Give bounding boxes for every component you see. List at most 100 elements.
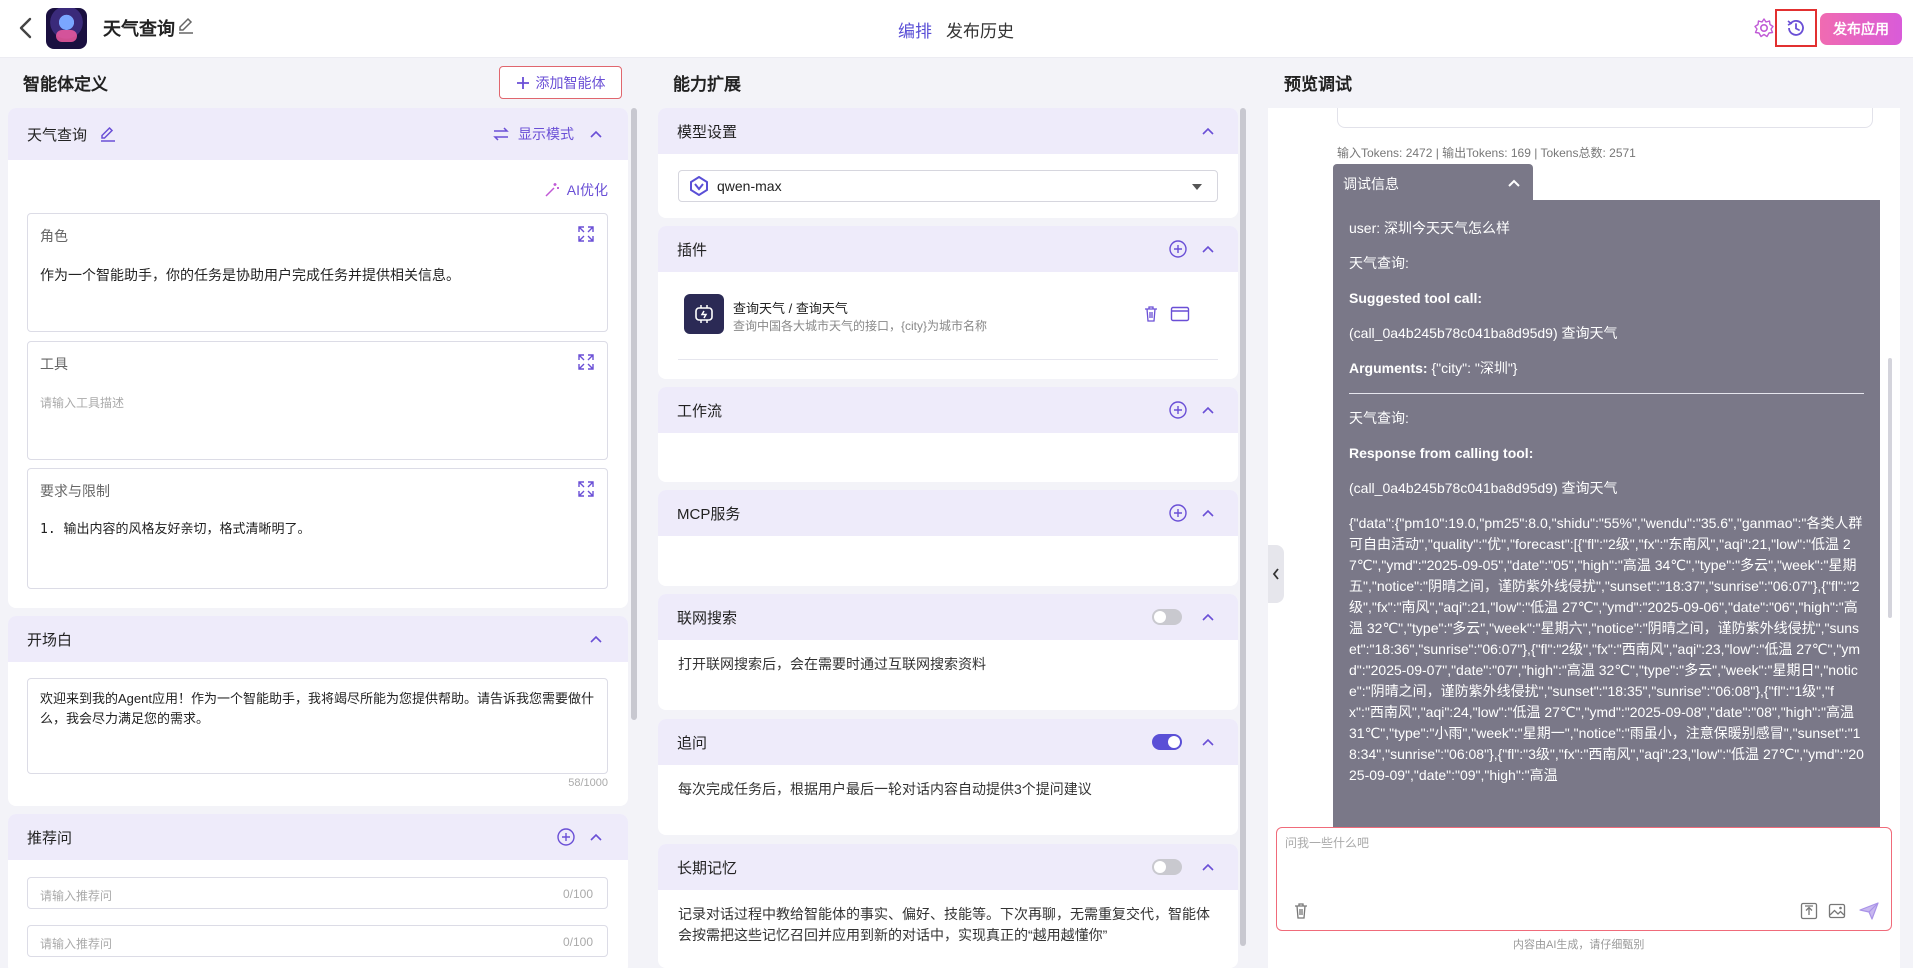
plugin-item[interactable]: 查询天气 / 查询天气 查询中国各大城市天气的接口，{city}为城市名称 — [678, 288, 1218, 360]
agent-panel-header: 天气查询 显示模式 — [8, 108, 628, 160]
followup-title: 追问 — [677, 734, 708, 752]
ai-optimize-label: AI优化 — [566, 182, 608, 198]
add-circle-icon[interactable] — [1168, 503, 1188, 523]
memory-toggle[interactable] — [1152, 859, 1182, 875]
chevron-up-icon[interactable] — [1507, 178, 1521, 188]
chevron-up-icon[interactable] — [1200, 241, 1216, 257]
plugins-header: 插件 — [658, 226, 1238, 272]
clear-trash-icon[interactable] — [1293, 902, 1309, 920]
preview-scrollbar[interactable] — [1888, 358, 1892, 618]
preview-debug-title: 预览调试 — [1284, 75, 1352, 94]
chat-input-box[interactable] — [1276, 827, 1892, 931]
add-circle-icon[interactable] — [556, 827, 576, 847]
expand-icon[interactable] — [577, 353, 595, 371]
debug-arguments-label: Arguments: — [1349, 360, 1428, 376]
chevron-up-icon[interactable] — [1200, 123, 1216, 139]
chat-input[interactable] — [1285, 834, 1865, 884]
opening-panel: 开场白 欢迎来到我的Agent应用！作为一个智能助手，我将竭尽所能为您提供帮助。… — [8, 616, 628, 806]
model-settings-title: 模型设置 — [677, 123, 738, 141]
web-search-toggle[interactable] — [1152, 609, 1182, 625]
debug-user-line: user: 深圳今天天气怎么样 — [1349, 220, 1511, 236]
debug-response-json: {"data":{"pm10":19.0,"pm25":8.0,"shidu":… — [1349, 515, 1864, 783]
debug-info-content: user: 深圳今天天气怎么样 天气查询: Suggested tool cal… — [1333, 200, 1880, 925]
followup-section: 追问 每次完成任务后，根据用户最后一轮对话内容自动提供3个提问建议 — [658, 719, 1238, 835]
history-button[interactable] — [1775, 9, 1817, 47]
tool-box[interactable]: 工具 请输入工具描述 — [27, 341, 608, 460]
chevron-up-icon[interactable] — [1200, 609, 1216, 625]
workflow-header: 工作流 — [658, 387, 1238, 433]
web-search-description: 打开联网搜索后，会在需要时通过互联网搜索资料 — [678, 656, 986, 672]
recommend-count: 0/100 — [562, 887, 593, 901]
requirements-text: 1. 输出内容的风格友好亲切，格式清晰明了。 — [40, 522, 311, 537]
display-mode-label: 显示模式 — [518, 126, 574, 142]
agent-panel: 天气查询 显示模式 AI优化 角色 作为一个智能助手，你的任务是协助用户完成任务… — [8, 108, 628, 608]
chevron-up-icon[interactable] — [588, 631, 604, 647]
upload-file-icon[interactable] — [1800, 902, 1818, 920]
settings-gear-icon[interactable] — [1753, 17, 1775, 39]
collapse-panel-handle[interactable] — [1268, 545, 1284, 603]
chevron-up-icon[interactable] — [588, 126, 604, 142]
ai-optimize-button[interactable]: AI优化 — [543, 180, 608, 200]
add-agent-button[interactable]: 添加智能体 — [499, 66, 622, 99]
debug-agent-label-2: 天气查询: — [1349, 410, 1409, 426]
add-circle-icon[interactable] — [1168, 239, 1188, 259]
trash-icon[interactable] — [1143, 305, 1159, 323]
model-select[interactable]: qwen-max — [678, 170, 1218, 202]
expand-icon[interactable] — [577, 480, 595, 498]
recommend-input-2[interactable]: 请输入推荐问 0/100 — [27, 925, 608, 957]
opening-char-count: 58/1000 — [568, 777, 608, 789]
send-icon[interactable] — [1859, 902, 1879, 920]
token-usage: 输入Tokens: 2472 | 输出Tokens: 169 | Tokens总… — [1337, 146, 1636, 160]
left-scrollbar[interactable] — [631, 108, 637, 720]
agent-name: 天气查询 — [27, 126, 88, 144]
role-box[interactable]: 角色 作为一个智能助手，你的任务是协助用户完成任务并提供相关信息。 — [27, 213, 608, 332]
debug-suggested-label: Suggested tool call: — [1349, 290, 1483, 306]
ai-disclaimer: 内容由AI生成，请仔细甄别 — [1513, 939, 1645, 951]
mcp-section: MCP服务 — [658, 490, 1238, 586]
chevron-up-icon[interactable] — [1200, 859, 1216, 875]
plugins-section: 插件 查询天气 / 查询天气 查询中国各大城市天气的接口，{city}为城市名称 — [658, 226, 1238, 379]
plugin-description: 查询中国各大城市天气的接口，{city}为城市名称 — [733, 319, 988, 333]
debug-arguments-value: {"city": "深圳"} — [1427, 360, 1518, 376]
opening-text: 欢迎来到我的Agent应用！作为一个智能助手，我将竭尽所能为您提供帮助。请告诉我… — [40, 691, 594, 726]
caret-down-icon — [1192, 184, 1202, 190]
recommend-input-1[interactable]: 请输入推荐问 0/100 — [27, 877, 608, 909]
expand-icon[interactable] — [577, 225, 595, 243]
top-bar: 天气查询 编排 发布历史 发布应用 — [0, 0, 1913, 58]
edit-agent-icon[interactable] — [99, 125, 117, 143]
middle-scrollbar[interactable] — [1240, 108, 1246, 946]
recommend-count: 0/100 — [562, 935, 593, 949]
edit-title-icon[interactable] — [176, 15, 196, 35]
add-circle-icon[interactable] — [1168, 400, 1188, 420]
debug-info-tab[interactable]: 调试信息 — [1333, 164, 1533, 200]
plug-icon — [695, 305, 713, 323]
followup-toggle[interactable] — [1152, 734, 1182, 750]
debug-call-line: (call_0a4b245b78c041ba8d95d9) 查询天气 — [1349, 325, 1618, 341]
plugin-icon — [684, 294, 724, 334]
chevron-up-icon[interactable] — [1200, 505, 1216, 521]
publish-app-button[interactable]: 发布应用 — [1820, 13, 1902, 45]
recommend-title: 推荐问 — [27, 829, 73, 847]
tab-orchestrate[interactable]: 编排 — [898, 17, 932, 42]
qwen-logo-icon — [690, 176, 708, 196]
display-mode-toggle[interactable]: 显示模式 — [492, 124, 604, 144]
swap-icon — [493, 127, 509, 141]
upload-image-icon[interactable] — [1828, 902, 1846, 920]
role-text: 作为一个智能助手，你的任务是协助用户完成任务并提供相关信息。 — [40, 267, 460, 283]
chevron-up-icon[interactable] — [1200, 402, 1216, 418]
chevron-up-icon[interactable] — [1200, 734, 1216, 750]
chevron-up-icon[interactable] — [588, 829, 604, 845]
recommend-placeholder: 请输入推荐问 — [40, 937, 113, 951]
requirements-box[interactable]: 要求与限制 1. 输出内容的风格友好亲切，格式清晰明了。 — [27, 468, 608, 589]
history-clock-icon — [1787, 20, 1804, 36]
memory-title: 长期记忆 — [677, 859, 738, 877]
tab-publish-history[interactable]: 发布历史 — [946, 17, 1014, 42]
window-icon[interactable] — [1170, 306, 1190, 322]
add-agent-label: 添加智能体 — [535, 74, 606, 91]
requirements-label: 要求与限制 — [40, 483, 110, 499]
recommend-header: 推荐问 — [8, 814, 628, 860]
memory-description: 记录对话过程中教给智能体的事实、偏好、技能等。下次再聊，无需重复交代，智能体会按… — [678, 906, 1210, 943]
back-icon[interactable] — [12, 14, 40, 42]
memory-header: 长期记忆 — [658, 844, 1238, 890]
opening-textarea[interactable]: 欢迎来到我的Agent应用！作为一个智能助手，我将竭尽所能为您提供帮助。请告诉我… — [27, 678, 608, 774]
